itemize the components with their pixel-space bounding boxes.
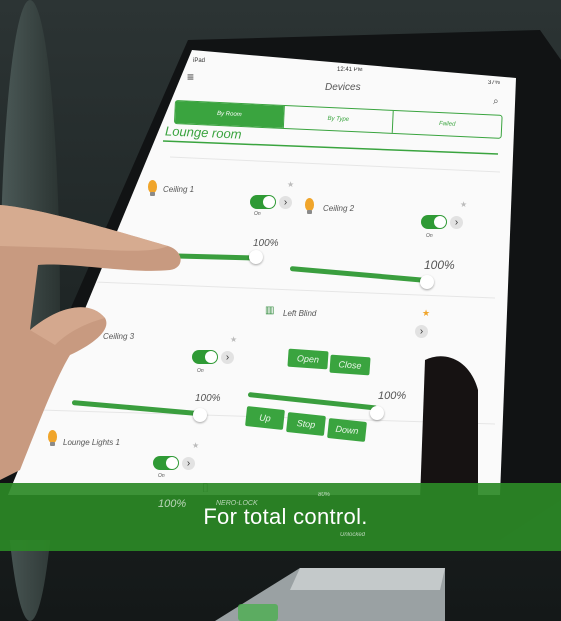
- hub-device: [215, 568, 445, 621]
